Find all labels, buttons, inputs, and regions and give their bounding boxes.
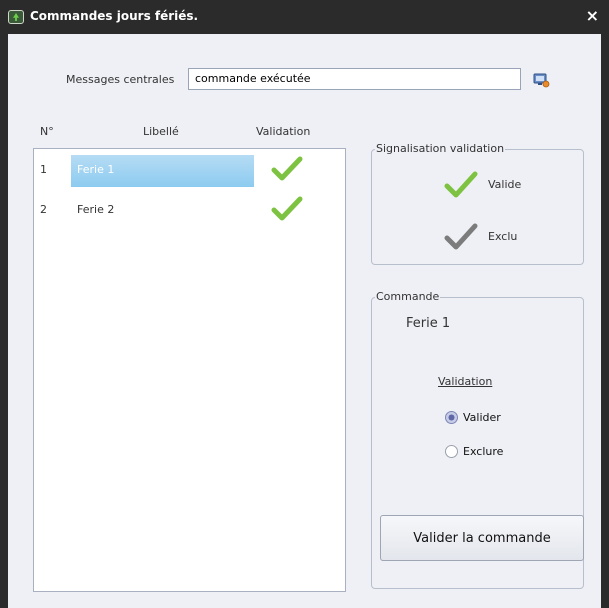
- title-bar: Commandes jours fériés. ×: [0, 0, 609, 34]
- row-number: 1: [40, 163, 47, 176]
- row-label: Ferie 1: [71, 155, 254, 187]
- messages-field[interactable]: commande exécutée: [188, 68, 521, 90]
- validation-title: Validation: [438, 375, 493, 388]
- window-border-left: [0, 34, 8, 608]
- exclure-radio[interactable]: [445, 445, 458, 458]
- commande-legend: Commande: [375, 290, 441, 303]
- list-row-1[interactable]: 1 Ferie 1: [34, 149, 345, 187]
- exclure-radio-label[interactable]: Exclure: [463, 445, 503, 458]
- window-border-right: [601, 34, 609, 608]
- signalisation-legend: Signalisation validation: [375, 142, 506, 155]
- dialog-window: Commandes jours fériés. × Messages centr…: [0, 0, 609, 608]
- valider-radio-label[interactable]: Valider: [463, 411, 501, 424]
- close-icon[interactable]: ×: [586, 6, 599, 25]
- messages-label: Messages centrales: [66, 73, 175, 86]
- window-title: Commandes jours fériés.: [30, 9, 199, 23]
- row-label: Ferie 2: [77, 203, 115, 216]
- validated-check-icon: [271, 156, 303, 181]
- green-check-icon: [444, 171, 478, 198]
- column-header-num[interactable]: N°: [40, 125, 54, 138]
- valider-commande-button[interactable]: Valider la commande: [380, 515, 584, 561]
- row-number: 2: [40, 203, 47, 216]
- valide-label: Valide: [488, 178, 522, 191]
- refresh-icon[interactable]: [532, 72, 550, 88]
- gray-check-icon: [444, 223, 478, 250]
- exclu-label: Exclu: [488, 230, 518, 243]
- list-row-2[interactable]: 2 Ferie 2: [34, 189, 345, 223]
- selected-holiday-name: Ferie 1: [406, 316, 451, 331]
- valider-radio[interactable]: [445, 411, 458, 424]
- holiday-list[interactable]: 1 Ferie 1 2 Ferie 2: [33, 148, 346, 592]
- column-header-libelle[interactable]: Libellé: [143, 125, 179, 138]
- validated-check-icon: [271, 196, 303, 221]
- column-header-validation[interactable]: Validation: [256, 125, 310, 138]
- app-icon: [8, 10, 24, 24]
